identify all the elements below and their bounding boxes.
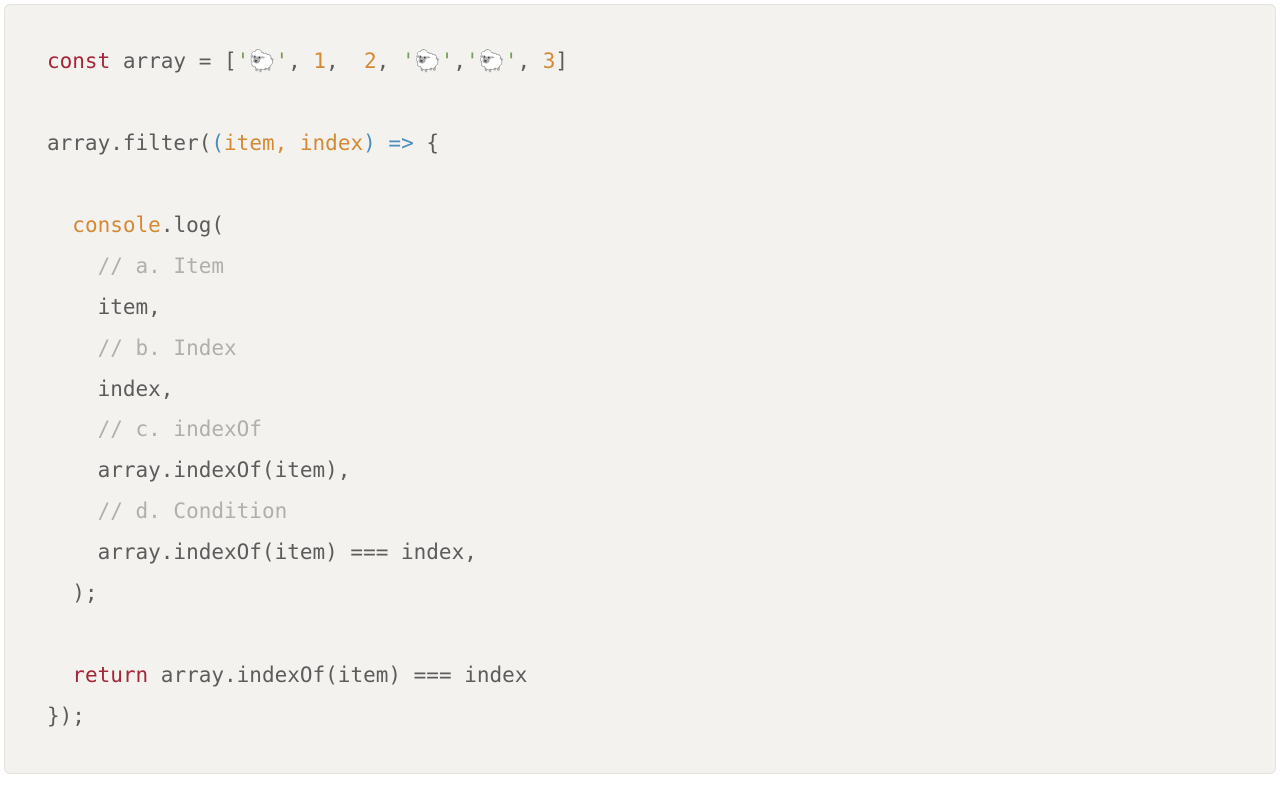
code-token — [47, 254, 98, 278]
code-token: ( — [211, 131, 224, 155]
code-line: // b. Index — [47, 336, 237, 360]
code-token: item, — [47, 295, 161, 319]
code-token: , — [326, 49, 364, 73]
code-token: '🐑' — [237, 49, 288, 73]
code-token: .log( — [161, 213, 224, 237]
code-token: // c. indexOf — [98, 417, 262, 441]
code-token: , — [377, 49, 402, 73]
code-token: ); — [47, 581, 98, 605]
code-line: // a. Item — [47, 254, 224, 278]
code-token: 2 — [364, 49, 377, 73]
code-token: console — [72, 213, 161, 237]
code-token: { — [414, 131, 439, 155]
code-token: }); — [47, 704, 85, 728]
code-token — [47, 499, 98, 523]
code-token: '🐑' — [402, 49, 453, 73]
code-token: => — [388, 131, 413, 155]
code-token: '🐑' — [466, 49, 517, 73]
code-line: }); — [47, 704, 85, 728]
code-token: array.indexOf(item) === index — [148, 663, 527, 687]
code-token: return — [72, 663, 148, 687]
code-token: 3 — [543, 49, 556, 73]
code-token: // d. Condition — [98, 499, 288, 523]
code-token: array.filter( — [47, 131, 211, 155]
code-line: const array = ['🐑', 1, 2, '🐑','🐑', 3] — [47, 49, 568, 73]
code-token: index, — [47, 377, 173, 401]
code-line: index, — [47, 377, 173, 401]
code-line: ); — [47, 581, 98, 605]
code-line: // d. Condition — [47, 499, 287, 523]
code-line: // c. indexOf — [47, 417, 262, 441]
code-token: array.indexOf(item) === index, — [47, 540, 477, 564]
code-content: const array = ['🐑', 1, 2, '🐑','🐑', 3] ar… — [47, 49, 568, 728]
code-token: const — [47, 49, 110, 73]
code-token: item, index — [224, 131, 363, 155]
code-token: // a. Item — [98, 254, 224, 278]
code-line: item, — [47, 295, 161, 319]
code-line: array.indexOf(item) === index, — [47, 540, 477, 564]
code-token: array.indexOf(item), — [47, 458, 350, 482]
code-token: , — [517, 49, 542, 73]
code-line: return array.indexOf(item) === index — [47, 663, 527, 687]
code-token — [47, 417, 98, 441]
code-line: array.indexOf(item), — [47, 458, 350, 482]
code-token: 1 — [313, 49, 326, 73]
code-token: , — [453, 49, 466, 73]
code-token — [47, 213, 72, 237]
code-token: // b. Index — [98, 336, 237, 360]
code-token — [47, 336, 98, 360]
code-token — [376, 131, 389, 155]
code-token: ] — [555, 49, 568, 73]
code-token — [47, 663, 72, 687]
code-token: , — [288, 49, 313, 73]
code-line: array.filter((item, index) => { — [47, 131, 439, 155]
code-block: const array = ['🐑', 1, 2, '🐑','🐑', 3] ar… — [4, 4, 1276, 774]
code-token: ) — [363, 131, 376, 155]
code-line: console.log( — [47, 213, 224, 237]
code-token: array = [ — [110, 49, 236, 73]
